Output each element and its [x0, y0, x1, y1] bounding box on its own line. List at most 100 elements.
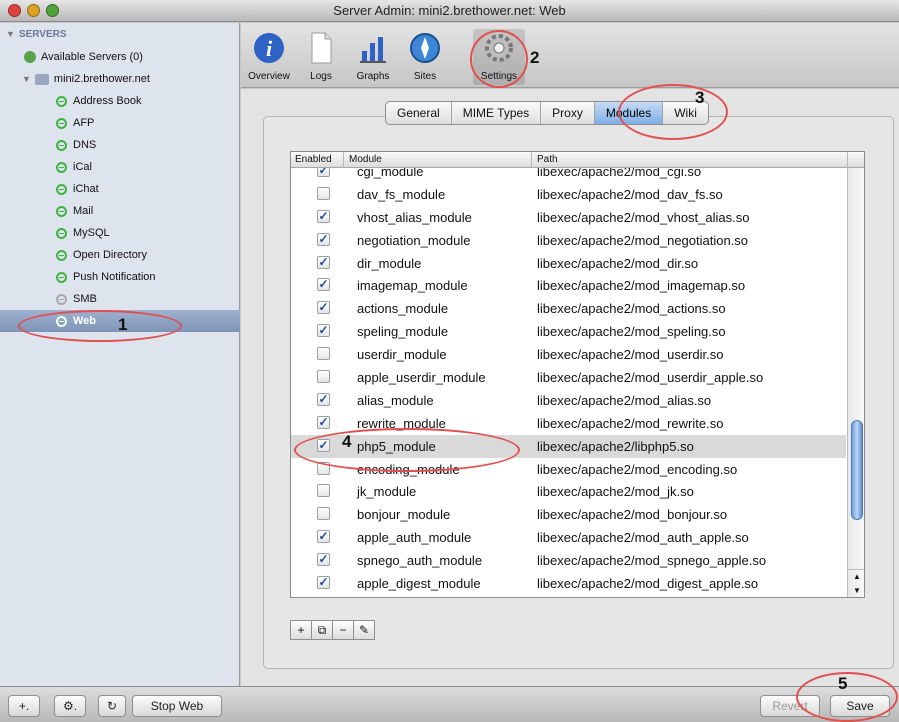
enabled-checkbox[interactable]: ✓ — [317, 168, 330, 177]
service-status-icon — [56, 271, 67, 283]
enabled-checkbox[interactable]: ✓ — [317, 392, 330, 406]
add-server-button[interactable]: +. — [8, 695, 40, 717]
disclosure-triangle-icon[interactable]: ▼ — [22, 74, 31, 84]
enabled-checkbox[interactable]: ✓ — [317, 415, 330, 429]
column-header-path[interactable]: Path — [537, 154, 558, 165]
sidebar-item-service[interactable]: MySQL — [0, 222, 240, 244]
enabled-checkbox[interactable] — [317, 186, 330, 200]
scroll-up-icon[interactable]: ▲ — [848, 570, 864, 584]
tab-general[interactable]: General — [386, 102, 452, 124]
table-row[interactable]: dav_fs_module libexec/apache2/mod_dav_fs.… — [291, 183, 846, 206]
sidebar-item-service[interactable]: iChat — [0, 178, 240, 200]
module-name: actions_module — [357, 301, 449, 317]
enabled-checkbox[interactable]: ✓ — [317, 324, 330, 338]
enabled-checkbox[interactable]: ✓ — [317, 301, 330, 315]
service-status-icon — [56, 117, 67, 129]
sidebar-item-label: Open Directory — [73, 249, 147, 261]
service-status-icon — [56, 95, 67, 107]
enabled-checkbox[interactable]: ✓ — [317, 530, 330, 544]
table-row[interactable]: ✓ imagemap_module libexec/apache2/mod_imag… — [291, 274, 846, 297]
sidebar-item-service[interactable]: Push Notification — [0, 266, 240, 288]
stop-web-button[interactable]: Stop Web — [132, 695, 222, 717]
table-row[interactable]: ✓ spnego_auth_module libexec/apache2/mod_s… — [291, 549, 846, 572]
annotation-number: 1 — [118, 315, 128, 334]
enabled-checkbox[interactable]: ✓ — [317, 209, 330, 223]
enabled-checkbox[interactable]: ✓ — [317, 278, 330, 292]
table-row[interactable]: ✓ negotiation_module libexec/apache2/mod_n… — [291, 229, 846, 252]
table-header: Enabled Module Path — [291, 152, 864, 168]
sidebar-item-service[interactable]: Open Directory — [0, 244, 240, 266]
table-row[interactable]: ✓bonjour_modulelibexec/apache2/mod_bonjo… — [291, 595, 846, 597]
minimize-window-button[interactable] — [27, 4, 40, 17]
toolbar-sites[interactable]: Sites — [399, 29, 451, 85]
module-path: libexec/apache2/mod_encoding.so — [537, 461, 738, 477]
window-title: Server Admin: mini2.brethower.net: Web — [333, 3, 566, 18]
table-row[interactable]: apple_userdir_module libexec/apache2/mod_… — [291, 366, 846, 389]
table-row[interactable]: bonjour_module libexec/apache2/mod_bonjou… — [291, 503, 846, 526]
sidebar-item-service[interactable]: DNS — [0, 134, 240, 156]
toolbar-graphs[interactable]: Graphs — [347, 29, 399, 85]
module-name: imagemap_module — [357, 278, 468, 294]
module-path: libexec/apache2/mod_jk.so — [537, 484, 694, 500]
annotation-circle-web — [18, 310, 182, 342]
tab-proxy[interactable]: Proxy — [541, 102, 595, 124]
enabled-checkbox[interactable] — [317, 347, 330, 361]
module-path: libexec/apache2/mod_vhost_alias.so — [537, 209, 750, 225]
table-row[interactable]: ✓ dir_module libexec/apache2/mod_dir.so — [291, 252, 846, 275]
module-path: libexec/apache2/libphp5.so — [537, 438, 694, 454]
vertical-scrollbar[interactable]: ▲ ▼ — [847, 168, 864, 597]
table-row[interactable]: ✓ speling_module libexec/apache2/mod_speli… — [291, 320, 846, 343]
module-path: libexec/apache2/mod_dav_fs.so — [537, 186, 723, 202]
sidebar-item-service[interactable]: Mail — [0, 200, 240, 222]
module-name: dir_module — [357, 255, 422, 271]
table-row[interactable]: ✓ alias_module libexec/apache2/mod_alias.s… — [291, 389, 846, 412]
toolbar-overview[interactable]: i Overview — [243, 29, 295, 85]
table-row[interactable]: ✓ vhost_alias_module libexec/apache2/mod_v… — [291, 206, 846, 229]
sidebar-item-server[interactable]: ▼ mini2.brethower.net — [0, 68, 240, 90]
sidebar-item-available-servers[interactable]: Available Servers (0) — [0, 46, 240, 68]
settings-pane: General MIME Types Proxy Modules Wiki Enable… — [241, 89, 899, 686]
disclosure-triangle-icon[interactable]: ▼ — [6, 29, 15, 39]
toolbar: i Overview Logs Graphs Sites Settings — [241, 23, 899, 88]
enabled-checkbox[interactable] — [317, 507, 330, 521]
enabled-checkbox[interactable]: ✓ — [317, 232, 330, 246]
enabled-checkbox[interactable]: ✓ — [317, 576, 330, 590]
bar-graph-icon — [356, 31, 390, 65]
table-row[interactable]: ✓ cgi_module libexec/apache2/mod_cgi.so — [291, 168, 846, 183]
duplicate-module-button[interactable]: ⧉ — [311, 620, 333, 640]
tab-mime-types[interactable]: MIME Types — [452, 102, 542, 124]
sidebar-item-service[interactable]: iCal — [0, 156, 240, 178]
action-gear-button[interactable]: ⚙. — [54, 695, 86, 717]
module-name: negotiation_module — [357, 232, 471, 248]
sidebar-item-service[interactable]: AFP — [0, 112, 240, 134]
add-module-button[interactable]: + — [290, 620, 312, 640]
table-body: ✓ cgi_module libexec/apache2/mod_cgi.so dav… — [291, 168, 846, 597]
scroll-arrows[interactable]: ▲ ▼ — [848, 569, 864, 597]
sidebar-item-service[interactable]: Address Book — [0, 90, 240, 112]
table-row[interactable]: jk_module libexec/apache2/mod_jk.so — [291, 480, 846, 503]
refresh-button[interactable]: ↻ — [98, 695, 126, 717]
service-status-icon — [56, 249, 67, 261]
servers-header[interactable]: ▼ SERVERS — [0, 23, 240, 45]
enabled-checkbox[interactable] — [317, 370, 330, 384]
enabled-checkbox[interactable]: ✓ — [317, 255, 330, 269]
module-path: libexec/apache2/mod_actions.so — [537, 301, 726, 317]
scroll-down-icon[interactable]: ▼ — [848, 584, 864, 597]
table-row[interactable]: ✓ apple_digest_module libexec/apache2/mod_… — [291, 572, 846, 595]
scrollbar-thumb[interactable] — [851, 420, 863, 520]
zoom-window-button[interactable] — [46, 4, 59, 17]
close-window-button[interactable] — [8, 4, 21, 17]
edit-module-button[interactable]: ✎ — [353, 620, 375, 640]
sidebar-item-service[interactable]: SMB — [0, 288, 240, 310]
enabled-checkbox[interactable] — [317, 484, 330, 498]
toolbar-logs[interactable]: Logs — [295, 29, 347, 85]
table-row[interactable]: userdir_module libexec/apache2/mod_userdi… — [291, 343, 846, 366]
column-header-module[interactable]: Module — [349, 154, 382, 165]
column-header-enabled[interactable]: Enabled — [295, 154, 332, 165]
enabled-checkbox[interactable]: ✓ — [317, 553, 330, 567]
module-path: libexec/apache2/mod_userdir_apple.so — [537, 370, 764, 386]
remove-module-button[interactable]: − — [332, 620, 354, 640]
table-row[interactable]: ✓ apple_auth_module libexec/apache2/mod_au… — [291, 526, 846, 549]
table-row[interactable]: ✓ actions_module libexec/apache2/mod_actio… — [291, 297, 846, 320]
annotation-circle-modules — [618, 84, 728, 140]
